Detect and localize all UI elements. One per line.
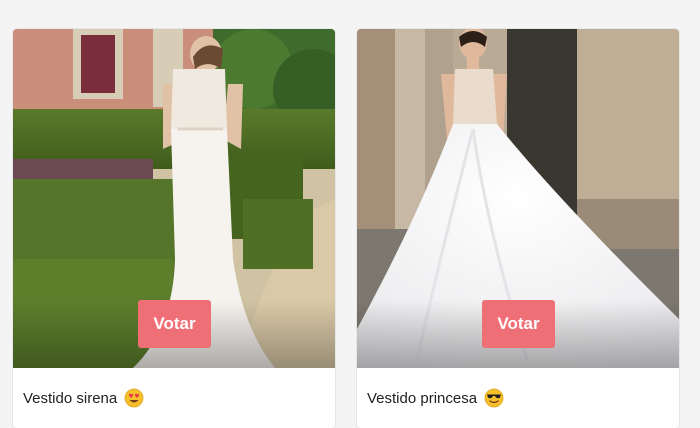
smiling-face-with-heart-eyes-icon (124, 388, 144, 408)
card-caption-sirena: Vestido sirena (13, 368, 335, 428)
gallery-grid: Votar Vestido sirena Votar Vestido princ… (0, 0, 700, 428)
smiling-face-with-sunglasses-icon (484, 388, 504, 408)
vote-button-princesa[interactable]: Votar (482, 300, 555, 348)
dress-photo-sirena[interactable]: Votar (13, 29, 335, 368)
card-title-princesa: Vestido princesa (367, 389, 478, 407)
card-caption-princesa: Vestido princesa (357, 368, 679, 428)
card-title-sirena: Vestido sirena (23, 389, 118, 407)
vote-button-sirena[interactable]: Votar (138, 300, 211, 348)
dress-card-princesa[interactable]: Votar Vestido princesa (357, 29, 679, 428)
dress-card-sirena[interactable]: Votar Vestido sirena (13, 29, 335, 428)
dress-photo-princesa[interactable]: Votar (357, 29, 679, 368)
